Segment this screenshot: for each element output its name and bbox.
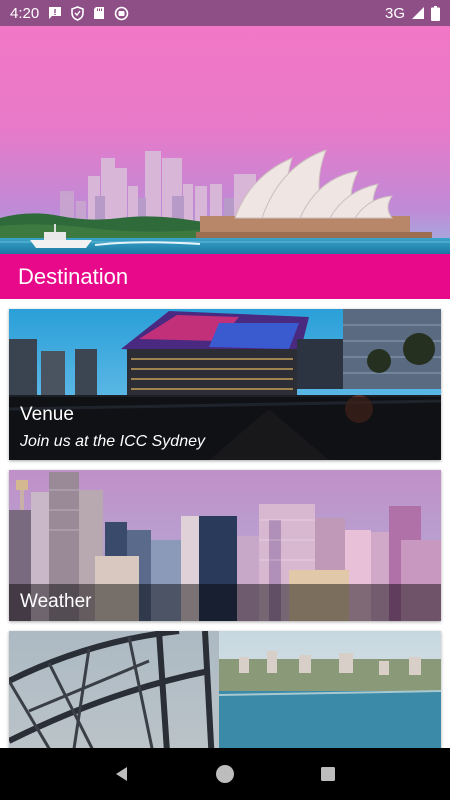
page-title-bar: Destination bbox=[0, 254, 450, 299]
back-button[interactable] bbox=[102, 754, 142, 794]
status-time: 4:20 bbox=[10, 4, 40, 22]
home-button[interactable] bbox=[205, 754, 245, 794]
battery-icon bbox=[431, 5, 440, 21]
venue-card[interactable]: Venue Join us at the ICC Sydney bbox=[9, 309, 441, 460]
recents-icon bbox=[321, 767, 336, 781]
shield-icon bbox=[71, 5, 85, 21]
harbour-bridge-image bbox=[9, 631, 441, 748]
recents-button[interactable] bbox=[308, 754, 348, 794]
media-icon bbox=[114, 6, 129, 21]
back-icon bbox=[115, 767, 127, 781]
venue-card-title: Venue bbox=[20, 404, 74, 425]
page-title: Destination bbox=[18, 263, 129, 289]
harbour-bridge-card[interactable] bbox=[9, 631, 441, 748]
venue-card-caption: Venue Join us at the ICC Sydney bbox=[9, 397, 441, 460]
weather-card-caption: Weather bbox=[9, 584, 441, 621]
weather-card-title: Weather bbox=[20, 591, 92, 612]
venue-card-subtitle: Join us at the ICC Sydney bbox=[20, 433, 205, 450]
network-type: 3G bbox=[384, 4, 405, 22]
status-right: 3G bbox=[385, 5, 440, 22]
status-bar: 4:20 3G bbox=[0, 0, 450, 26]
signal-icon bbox=[411, 6, 425, 20]
sydney-harbour-opera-house-image bbox=[0, 26, 450, 254]
home-icon bbox=[215, 765, 234, 783]
navigation-bar bbox=[0, 748, 450, 800]
message-icon bbox=[48, 6, 62, 20]
status-left: 4:20 bbox=[10, 5, 129, 22]
card-list[interactable]: Venue Join us at the ICC Sydney Weather bbox=[0, 299, 450, 748]
weather-card[interactable]: Weather bbox=[9, 470, 441, 621]
sd-card-icon bbox=[93, 6, 105, 20]
